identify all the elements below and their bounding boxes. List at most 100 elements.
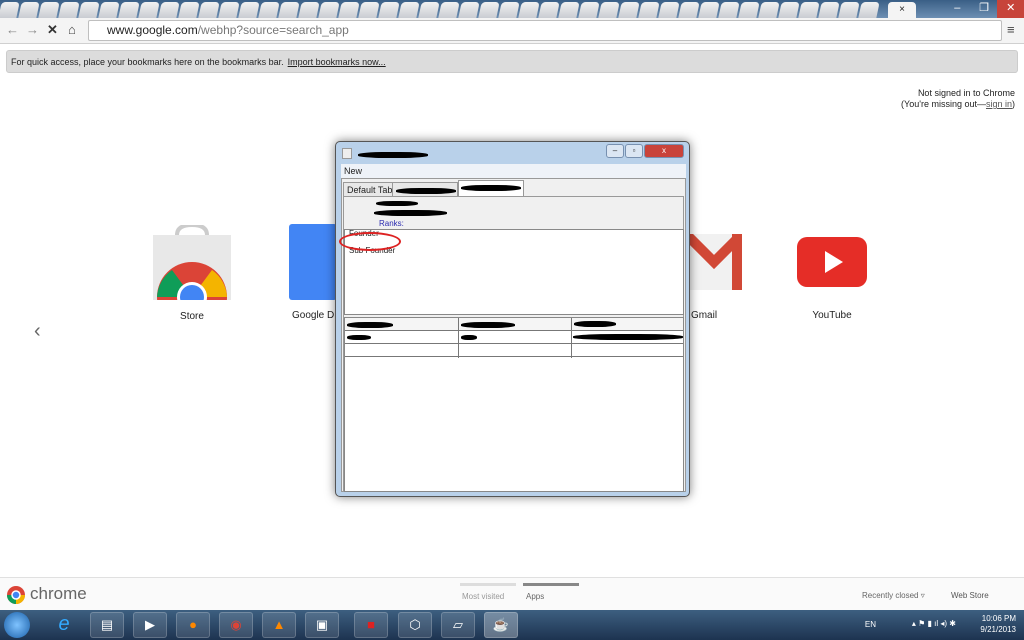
app-google-docs[interactable]: Google D (289, 224, 337, 321)
clock-date[interactable]: 9/21/2013 (980, 624, 1016, 635)
home-icon[interactable]: ⌂ (68, 22, 76, 37)
browser-tab[interactable] (858, 2, 880, 18)
tab-redacted-active[interactable] (458, 180, 524, 197)
browser-tab[interactable] (78, 2, 100, 18)
browser-tab[interactable] (598, 2, 620, 18)
browser-tab[interactable] (518, 2, 540, 18)
browser-tab[interactable] (578, 2, 600, 18)
apps-tab[interactable]: Apps (526, 592, 544, 601)
browser-tab[interactable] (98, 2, 120, 18)
browser-tab[interactable] (338, 2, 360, 18)
browser-tab[interactable] (118, 2, 140, 18)
browser-tab[interactable] (358, 2, 380, 18)
redacted-text (461, 322, 515, 328)
maximize-button[interactable]: ❐ (971, 0, 998, 18)
tab-close-icon[interactable]: × (899, 4, 905, 15)
menu-bar: New (341, 164, 686, 178)
browser-tab[interactable] (318, 2, 340, 18)
chrome-icon[interactable]: ◉ (219, 612, 253, 638)
back-icon[interactable]: ← (6, 22, 19, 37)
browser-tab[interactable] (438, 2, 460, 18)
browser-tab[interactable] (538, 2, 560, 18)
menu-new[interactable]: New (344, 166, 362, 176)
maximize-button[interactable]: ▫ (625, 144, 643, 158)
redacted-text (461, 335, 477, 340)
minimize-button[interactable]: – (606, 144, 624, 158)
browser-tab[interactable] (498, 2, 520, 18)
browser-tab[interactable] (618, 2, 640, 18)
browser-tab[interactable] (698, 2, 720, 18)
browser-tab[interactable] (458, 2, 480, 18)
web-store-link[interactable]: Web Store (951, 591, 989, 600)
close-button[interactable]: x (644, 144, 684, 158)
signin-link[interactable]: sign in (986, 99, 1012, 109)
stop-icon[interactable]: ✕ (47, 22, 58, 38)
signin-prefix: (You're missing out— (901, 99, 986, 109)
minimize-button[interactable]: – (944, 0, 971, 18)
browser-tab[interactable] (738, 2, 760, 18)
app-gmail[interactable]: Gmail (682, 230, 746, 321)
recently-closed-menu[interactable]: Recently closed ▿ (862, 591, 925, 600)
browser-tab[interactable] (658, 2, 680, 18)
start-button[interactable] (4, 612, 30, 638)
media-player-icon[interactable]: ▶ (133, 612, 167, 638)
tab-default[interactable]: Default Tab (343, 182, 397, 197)
browser-tab[interactable] (758, 2, 780, 18)
ranks-list[interactable]: Founder Sub Founder (339, 229, 684, 315)
virtualbox-icon[interactable]: ⬡ (398, 612, 432, 638)
browser-tab[interactable] (138, 2, 160, 18)
browser-tab[interactable] (478, 2, 500, 18)
tray-icons[interactable]: ▴ ⚑ ▮ ıl ◂) ✱ (912, 618, 956, 629)
menu-icon[interactable]: ≡ (1007, 22, 1015, 37)
browser-tab[interactable] (278, 2, 300, 18)
apps-indicator (523, 583, 579, 586)
browser-tab[interactable] (238, 2, 260, 18)
chevron-left-icon[interactable]: ‹ (34, 320, 41, 343)
browser-tab[interactable] (198, 2, 220, 18)
clock-time[interactable]: 10:06 PM (980, 613, 1016, 624)
browser-tab[interactable] (178, 2, 200, 18)
browser-tab[interactable] (418, 2, 440, 18)
app-youtube[interactable]: YouTube (797, 237, 867, 321)
app-store[interactable]: Store (152, 222, 232, 332)
browser-tab[interactable] (38, 2, 60, 18)
monitor-app-icon[interactable]: ▣ (305, 612, 339, 638)
redacted-text (347, 335, 371, 340)
browser-tab[interactable] (378, 2, 400, 18)
browser-tab[interactable] (818, 2, 840, 18)
import-bookmarks-link[interactable]: Import bookmarks now... (288, 57, 386, 67)
java-app-icon[interactable]: ☕ (484, 612, 518, 638)
browser-tab[interactable] (718, 2, 740, 18)
browser-tab[interactable] (18, 2, 40, 18)
browser-tab[interactable] (638, 2, 660, 18)
active-tab[interactable]: × (888, 2, 916, 18)
close-button[interactable]: ✕ (997, 0, 1024, 18)
browser-tab[interactable] (678, 2, 700, 18)
browser-tab[interactable] (298, 2, 320, 18)
browser-tab[interactable] (838, 2, 860, 18)
table-row[interactable] (345, 344, 683, 357)
browser-tab[interactable] (798, 2, 820, 18)
rank-item[interactable]: Sub Founder (345, 246, 683, 256)
notepad-icon[interactable]: ▱ (441, 612, 475, 638)
ie-icon[interactable]: e (47, 612, 81, 638)
table-row[interactable] (345, 331, 683, 344)
tab-redacted[interactable] (392, 182, 458, 197)
most-visited-tab[interactable]: Most visited (462, 592, 504, 601)
browser-tab[interactable] (398, 2, 420, 18)
browser-tab[interactable] (58, 2, 80, 18)
browser-tab[interactable] (558, 2, 580, 18)
download-app-icon[interactable]: ■ (354, 612, 388, 638)
forward-icon[interactable]: → (26, 22, 39, 37)
browser-tab[interactable] (778, 2, 800, 18)
vlc-icon[interactable]: ▲ (262, 612, 296, 638)
explorer-icon[interactable]: ▤ (90, 612, 124, 638)
members-table[interactable] (344, 317, 684, 492)
browser-tab[interactable] (158, 2, 180, 18)
browser-tab[interactable] (0, 2, 20, 18)
firefox-icon[interactable]: ● (176, 612, 210, 638)
language-indicator[interactable]: EN (865, 619, 876, 630)
browser-tab[interactable] (258, 2, 280, 18)
browser-tab[interactable] (218, 2, 240, 18)
address-bar[interactable]: www.google.com/webhp?source=search_app (88, 20, 1002, 41)
